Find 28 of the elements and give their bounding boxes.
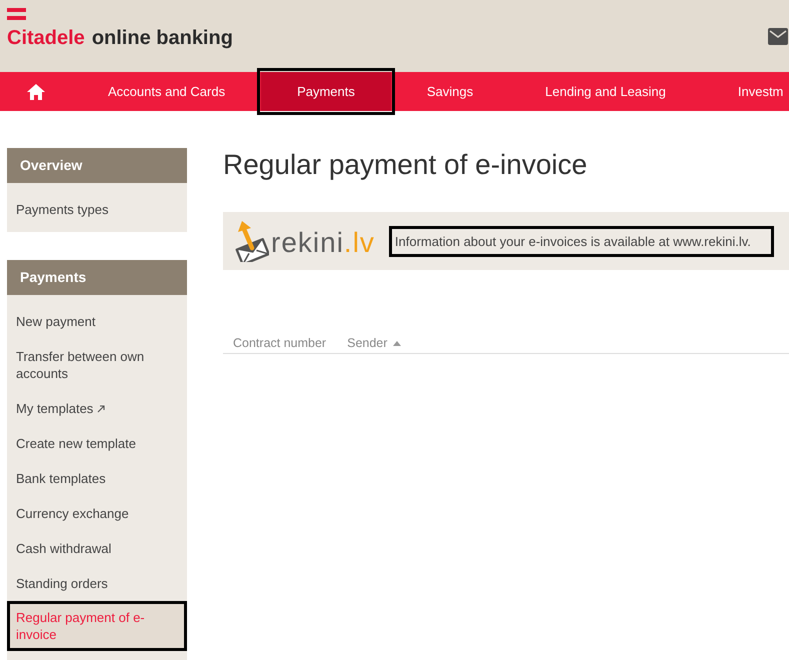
nav-tab[interactable]: Accounts and Cards xyxy=(72,72,262,111)
sidebar-item[interactable]: Cash withdrawal xyxy=(7,531,187,566)
nav-tab[interactable]: Lending and Leasing xyxy=(509,72,702,111)
info-message: Information about your e-invoices is available at www.rekini.lv. xyxy=(388,226,774,256)
section-header: Payments xyxy=(7,260,187,295)
sidebar-item[interactable]: My templates xyxy=(7,391,187,426)
logo-brand: Citadele xyxy=(7,26,85,50)
logo-text: .lv xyxy=(344,228,375,258)
sidebar-item[interactable]: Payments types xyxy=(7,192,187,227)
logo-product: online banking xyxy=(92,26,233,50)
nav-tab[interactable]: Savings xyxy=(390,72,510,111)
logo-text: rekini xyxy=(271,228,344,258)
sidebar-item[interactable]: Currency exchange xyxy=(7,496,187,531)
column-header[interactable]: Contract number xyxy=(233,336,326,351)
sidebar-item[interactable]: Standing orders xyxy=(7,566,187,601)
nav-tab[interactable]: Payments xyxy=(261,72,391,111)
logo-icon xyxy=(7,8,26,20)
sidebar-item[interactable]: New payment xyxy=(7,304,187,339)
nav-tab[interactable]: Investm xyxy=(702,72,784,111)
envelope-arrow-icon xyxy=(235,220,269,262)
home-icon xyxy=(27,84,45,100)
sidebar-item[interactable]: Transfer between own accounts xyxy=(7,339,187,391)
sidebar-item[interactable]: Create new template xyxy=(7,426,187,461)
column-header[interactable]: Sender xyxy=(347,336,402,351)
page-title: Regular payment of e-invoice xyxy=(223,148,588,182)
sidebar-item[interactable]: Bank templates xyxy=(7,461,187,496)
section-header: Overview xyxy=(7,148,187,183)
envelope-icon[interactable] xyxy=(768,28,788,45)
